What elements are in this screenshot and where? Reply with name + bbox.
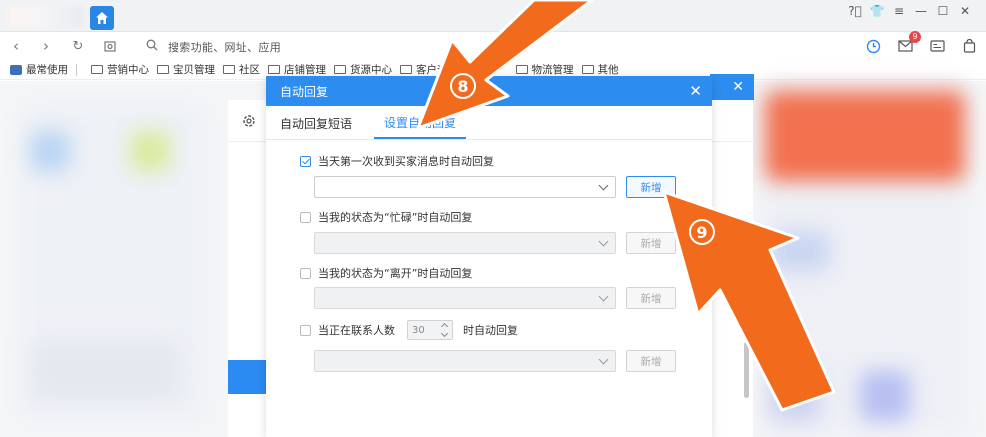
clock-icon[interactable]	[864, 37, 882, 55]
busy-status-add-button[interactable]: 新增	[626, 232, 676, 254]
bookmark-item[interactable]: 营销中心	[91, 62, 149, 77]
folder-icon	[223, 65, 235, 74]
bookmark-item[interactable]: 客户运	[400, 62, 448, 77]
bookmark-item[interactable]: 货源中心	[334, 62, 392, 77]
bookmark-icon	[10, 64, 22, 75]
close-icon: ✕	[732, 79, 744, 95]
blurred-tab[interactable]	[8, 6, 84, 28]
contact-count-stepper[interactable]: 30	[407, 320, 453, 340]
auto-reply-dialog: 自动回复 ✕ 自动回复短语 设置自动回复 当天第一次收到买家消息时自动回复 新增…	[266, 76, 712, 437]
maximize-button[interactable]: ☐	[932, 2, 954, 20]
first-message-checkbox[interactable]	[300, 155, 311, 167]
contact-count-add-button[interactable]: 新增	[626, 350, 676, 372]
chevron-left-icon: ‹	[13, 37, 19, 55]
close-icon: ✕	[689, 82, 702, 100]
chevron-down-icon	[598, 236, 609, 247]
away-status-select[interactable]	[314, 287, 616, 309]
contact-count-value: 30	[412, 324, 425, 336]
help-icon[interactable]: ?⃝	[844, 2, 866, 20]
screenshot-icon	[104, 41, 116, 52]
bookmark-item[interactable]: 物流管理	[515, 62, 574, 77]
contact-count-option[interactable]: 当正在联系人数 30 时自动回复	[300, 320, 518, 340]
folder-icon	[268, 65, 280, 74]
bag-icon[interactable]	[960, 37, 978, 55]
first-message-add-button[interactable]: 新增	[626, 176, 676, 198]
contact-count-select[interactable]	[314, 350, 616, 372]
busy-status-select[interactable]	[314, 232, 616, 254]
tab-reply-phrases[interactable]: 自动回复短语	[280, 115, 364, 139]
dialog-title: 自动回复	[280, 84, 329, 99]
search-icon	[146, 39, 158, 51]
dialog-close-button[interactable]: ✕	[689, 82, 702, 100]
folder-icon	[157, 65, 169, 74]
home-icon	[96, 12, 108, 24]
away-status-add-button[interactable]: 新增	[626, 287, 676, 309]
bookmark-item[interactable]: 其他	[581, 62, 619, 77]
contact-count-label-after: 时自动回复	[463, 324, 518, 337]
sidebar-selected-item[interactable]	[228, 360, 268, 394]
home-button[interactable]	[90, 6, 114, 30]
screenshot-button[interactable]	[100, 36, 120, 56]
bookmark-item[interactable]: 社区	[223, 62, 260, 77]
settings-gear-icon	[243, 115, 255, 127]
folder-icon	[334, 65, 346, 74]
title-bar: ?⃝ 👕 ≡ — ☐ ✕	[0, 0, 986, 32]
skin-icon[interactable]: 👕	[866, 2, 888, 20]
chevron-right-icon: ›	[43, 37, 49, 55]
busy-status-option[interactable]: 当我的状态为“忙碌”时自动回复	[300, 209, 472, 225]
back-button[interactable]: ‹	[6, 36, 26, 56]
bookmark-frequent[interactable]: 最常使用	[10, 62, 68, 77]
chevron-down-icon	[598, 354, 609, 365]
bookmark-item[interactable]: 店铺管理	[268, 62, 326, 77]
folder-icon	[581, 65, 594, 74]
folder-icon	[91, 65, 103, 74]
mail-badge: 9	[909, 31, 921, 43]
chevron-down-icon	[598, 180, 609, 191]
mail-icon[interactable]: 9	[896, 31, 921, 55]
busy-status-checkbox[interactable]	[300, 211, 311, 223]
dialog-header: 自动回复 ✕	[266, 76, 712, 106]
away-status-option[interactable]: 当我的状态为“离开”时自动回复	[300, 265, 472, 281]
away-status-label: 当我的状态为“离开”时自动回复	[318, 267, 473, 280]
first-message-option[interactable]: 当天第一次收到买家消息时自动回复	[300, 153, 494, 169]
outer-close-button[interactable]: ✕	[710, 74, 754, 100]
first-message-label: 当天第一次收到买家消息时自动回复	[318, 155, 494, 168]
chevron-down-icon[interactable]	[440, 329, 449, 338]
chevron-down-icon	[598, 291, 609, 302]
bookmark-item[interactable]: 宝贝管理	[157, 62, 215, 77]
scrollbar[interactable]	[744, 342, 749, 398]
minimize-button[interactable]: —	[910, 2, 932, 20]
menu-icon[interactable]: ≡	[888, 2, 910, 20]
first-message-select[interactable]	[314, 176, 616, 198]
refresh-button[interactable]: ↻	[68, 36, 88, 56]
id-card-icon[interactable]	[928, 37, 946, 55]
contact-count-label-before: 当正在联系人数	[318, 324, 395, 337]
address-bar[interactable]: 搜索功能、网址、应用	[168, 39, 281, 55]
away-status-checkbox[interactable]	[300, 267, 311, 279]
refresh-icon: ↻	[72, 38, 84, 54]
close-window-button[interactable]: ✕	[954, 2, 976, 20]
folder-icon	[400, 65, 412, 74]
contact-count-checkbox[interactable]	[300, 324, 311, 336]
forward-button[interactable]: ›	[36, 36, 56, 56]
dialog-tabs: 自动回复短语 设置自动回复	[266, 106, 712, 140]
folder-icon	[515, 65, 528, 74]
nav-bar: ‹ › ↻ 搜索功能、网址、应用 9	[0, 31, 986, 60]
tab-set-auto-reply[interactable]: 设置自动回复	[374, 114, 467, 139]
busy-status-label: 当我的状态为“忙碌”时自动回复	[318, 211, 473, 224]
